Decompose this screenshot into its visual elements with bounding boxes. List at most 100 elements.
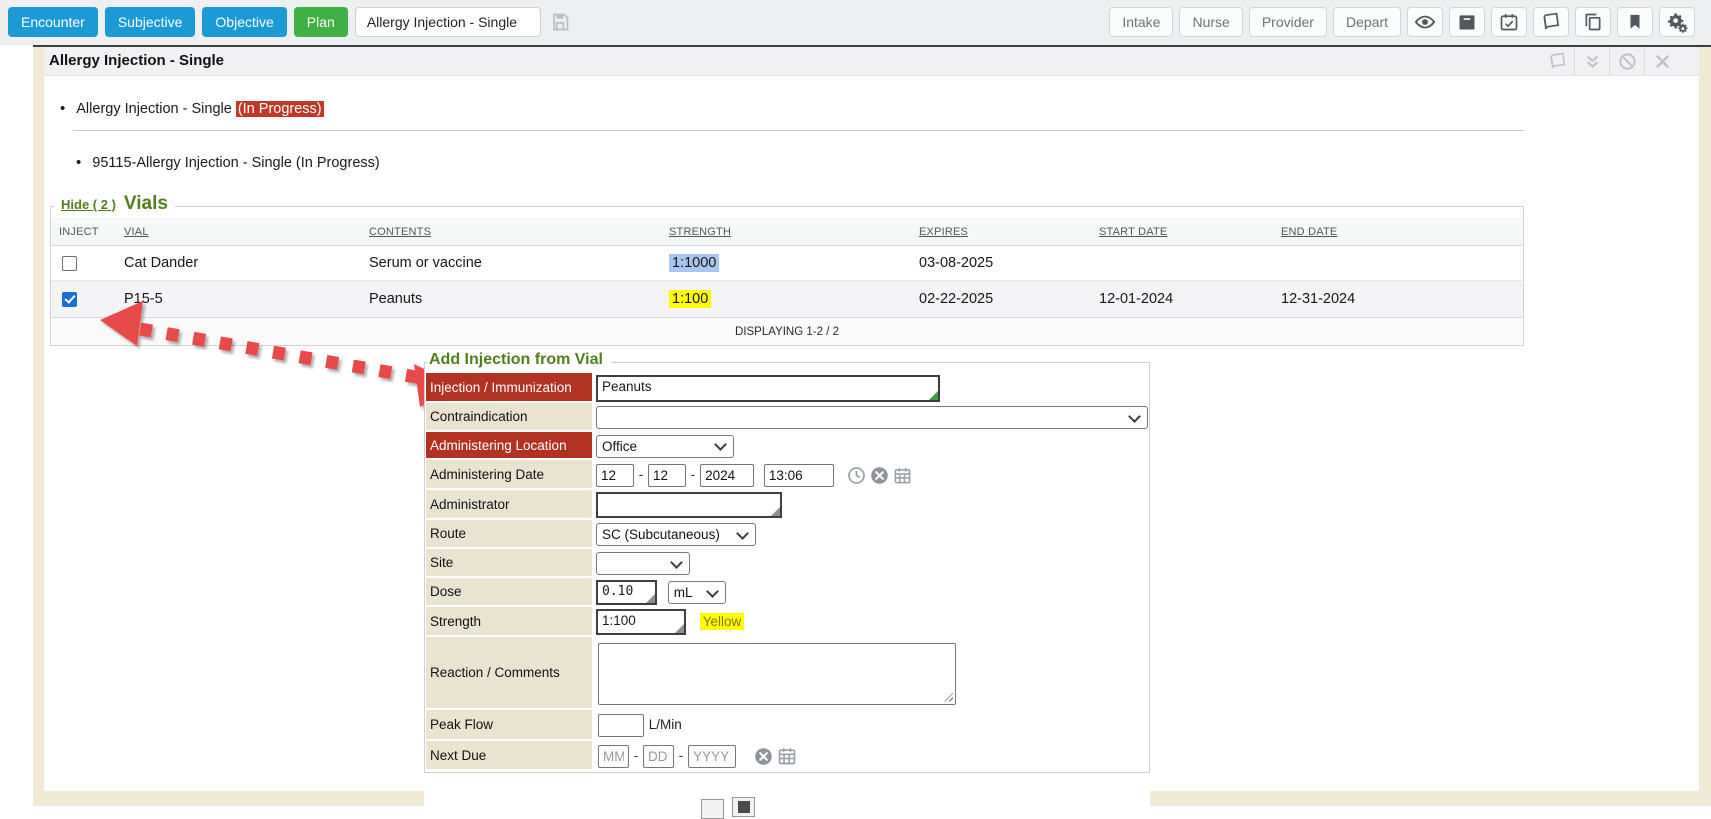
date-year-input[interactable]: [700, 464, 754, 487]
route-select[interactable]: SC (Subcutaneous): [596, 523, 756, 546]
date-month-input[interactable]: [596, 464, 634, 487]
nav-button-plan[interactable]: Plan: [294, 7, 348, 37]
vial-strength: 1:1000: [669, 254, 719, 272]
form-row-route: Route SC (Subcutaneous): [426, 520, 1148, 549]
clear-circle-icon[interactable]: [754, 747, 773, 766]
form-row-strength: Strength 1:100 Yellow: [426, 607, 1148, 637]
field-label: Contraindication: [426, 403, 595, 432]
col-inject: INJECT: [51, 218, 116, 246]
dose-unit-select[interactable]: mL: [668, 581, 726, 604]
reaction-comments-textarea[interactable]: [598, 643, 956, 705]
stage-button-intake[interactable]: Intake: [1109, 7, 1173, 37]
vials-legend: Hide ( 2 ) Vials: [54, 193, 175, 215]
hide-vials-link[interactable]: Hide ( 2 ): [61, 197, 116, 212]
note-item: • Allergy Injection - Single (In Progres…: [60, 100, 324, 117]
vials-header-row: INJECT VIAL CONTENTS STRENGTH EXPIRES ST…: [51, 218, 1523, 246]
dose-field[interactable]: 0.10: [596, 580, 657, 605]
strength-field[interactable]: 1:100: [596, 609, 686, 635]
col-expires[interactable]: EXPIRES: [911, 218, 1091, 246]
route-value: SC (Subcutaneous): [602, 527, 720, 542]
double-chevron-down-icon[interactable]: [1575, 47, 1609, 75]
col-strength[interactable]: STRENGTH: [661, 218, 911, 246]
template-title-box[interactable]: Allergy Injection - Single: [355, 7, 541, 37]
field-label: Next Due: [426, 741, 595, 771]
resize-handle[interactable]: [944, 693, 953, 702]
field-label: Strength: [426, 607, 595, 637]
col-start-date[interactable]: START DATE: [1091, 218, 1273, 246]
vial-checkbox[interactable]: [62, 256, 77, 271]
resize-handle[interactable]: [675, 624, 684, 633]
calendar-icon[interactable]: [777, 746, 797, 766]
calendar-check-icon[interactable]: [1491, 7, 1527, 37]
note-divider: [73, 130, 1524, 131]
administering-location-select[interactable]: Office: [596, 435, 734, 458]
peak-flow-unit: L/Min: [649, 717, 682, 732]
partial-button-icon: [738, 801, 750, 813]
page-margin-left: [33, 47, 44, 806]
book-icon[interactable]: [1540, 47, 1574, 75]
resize-handle[interactable]: [771, 507, 780, 516]
stage-button-nurse[interactable]: Nurse: [1179, 7, 1242, 37]
peak-flow-input[interactable]: [598, 714, 644, 737]
save-icon[interactable]: [550, 12, 570, 32]
partial-button-left[interactable]: [701, 799, 724, 819]
field-label: Injection / Immunization: [426, 373, 595, 403]
settings-gears-icon[interactable]: [1659, 7, 1695, 37]
table-row: Cat Dander Serum or vaccine 1:1000 03-08…: [51, 246, 1523, 281]
administrator-field[interactable]: [596, 492, 782, 518]
form-row-peak-flow: Peak Flow L/Min: [426, 710, 1148, 741]
vials-fieldset: Hide ( 2 ) Vials INJECT VIAL CONTENTS ST…: [50, 206, 1524, 346]
injection-field[interactable]: Peanuts: [596, 375, 940, 402]
form-legend: Add Injection from Vial: [427, 351, 612, 369]
section-header: Allergy Injection - Single: [44, 47, 1699, 76]
contraindication-select[interactable]: [596, 406, 1148, 429]
status-badge: (In Progress): [236, 101, 324, 117]
block-icon[interactable]: [1610, 47, 1644, 75]
nav-button-encounter[interactable]: Encounter: [8, 7, 98, 37]
vial-checkbox[interactable]: [62, 292, 77, 307]
eye-icon[interactable]: [1407, 7, 1443, 37]
bookmark-icon[interactable]: [1617, 7, 1653, 37]
resize-handle[interactable]: [646, 594, 655, 603]
field-label: Peak Flow: [426, 710, 595, 741]
next-due-month-input[interactable]: [598, 745, 629, 768]
form-row-location: Administering Location Office: [426, 432, 1148, 460]
template-title: Allergy Injection - Single: [367, 14, 517, 30]
field-label: Reaction / Comments: [426, 637, 595, 710]
calendar-icon[interactable]: [893, 466, 912, 485]
note-subitem-text: 95115-Allergy Injection - Single (In Pro…: [92, 155, 379, 171]
strength-color-note: Yellow: [700, 613, 745, 630]
site-select[interactable]: [596, 552, 690, 575]
col-vial[interactable]: VIAL: [116, 218, 361, 246]
col-contents[interactable]: CONTENTS: [361, 218, 661, 246]
dose-unit-value: mL: [674, 585, 693, 600]
paging-status: DISPLAYING 1-2 / 2: [51, 318, 1523, 346]
book-icon[interactable]: [1533, 7, 1569, 37]
dose-value: 0.10: [602, 584, 633, 599]
page-scroll-strip[interactable]: [1699, 47, 1711, 806]
form-row-date: Administering Date - -: [426, 460, 1148, 490]
time-input[interactable]: [764, 464, 834, 487]
nav-button-subjective[interactable]: Subjective: [105, 7, 196, 37]
date-day-input[interactable]: [648, 464, 686, 487]
partial-button-right[interactable]: [732, 797, 755, 817]
stage-button-depart[interactable]: Depart: [1333, 7, 1401, 37]
copy-pages-icon[interactable]: [1575, 7, 1611, 37]
archive-box-icon[interactable]: [1449, 7, 1485, 37]
clear-circle-icon[interactable]: [870, 466, 889, 485]
bullet-dot: •: [76, 154, 81, 171]
vial-contents: Peanuts: [361, 281, 661, 318]
form-row-next-due: Next Due - -: [426, 741, 1148, 771]
col-end-date[interactable]: END DATE: [1273, 218, 1523, 246]
clock-icon[interactable]: [847, 466, 866, 485]
field-label: Administering Location: [426, 432, 595, 460]
vial-expires: 02-22-2025: [911, 281, 1091, 318]
section-header-icons: [1540, 47, 1679, 75]
vial-name: P15-5: [116, 281, 361, 318]
next-due-day-input[interactable]: [643, 745, 674, 768]
next-due-year-input[interactable]: [688, 745, 736, 768]
close-icon[interactable]: [1645, 47, 1679, 75]
stage-button-provider[interactable]: Provider: [1249, 7, 1327, 37]
resize-handle[interactable]: [929, 391, 938, 400]
nav-button-objective[interactable]: Objective: [202, 7, 286, 37]
